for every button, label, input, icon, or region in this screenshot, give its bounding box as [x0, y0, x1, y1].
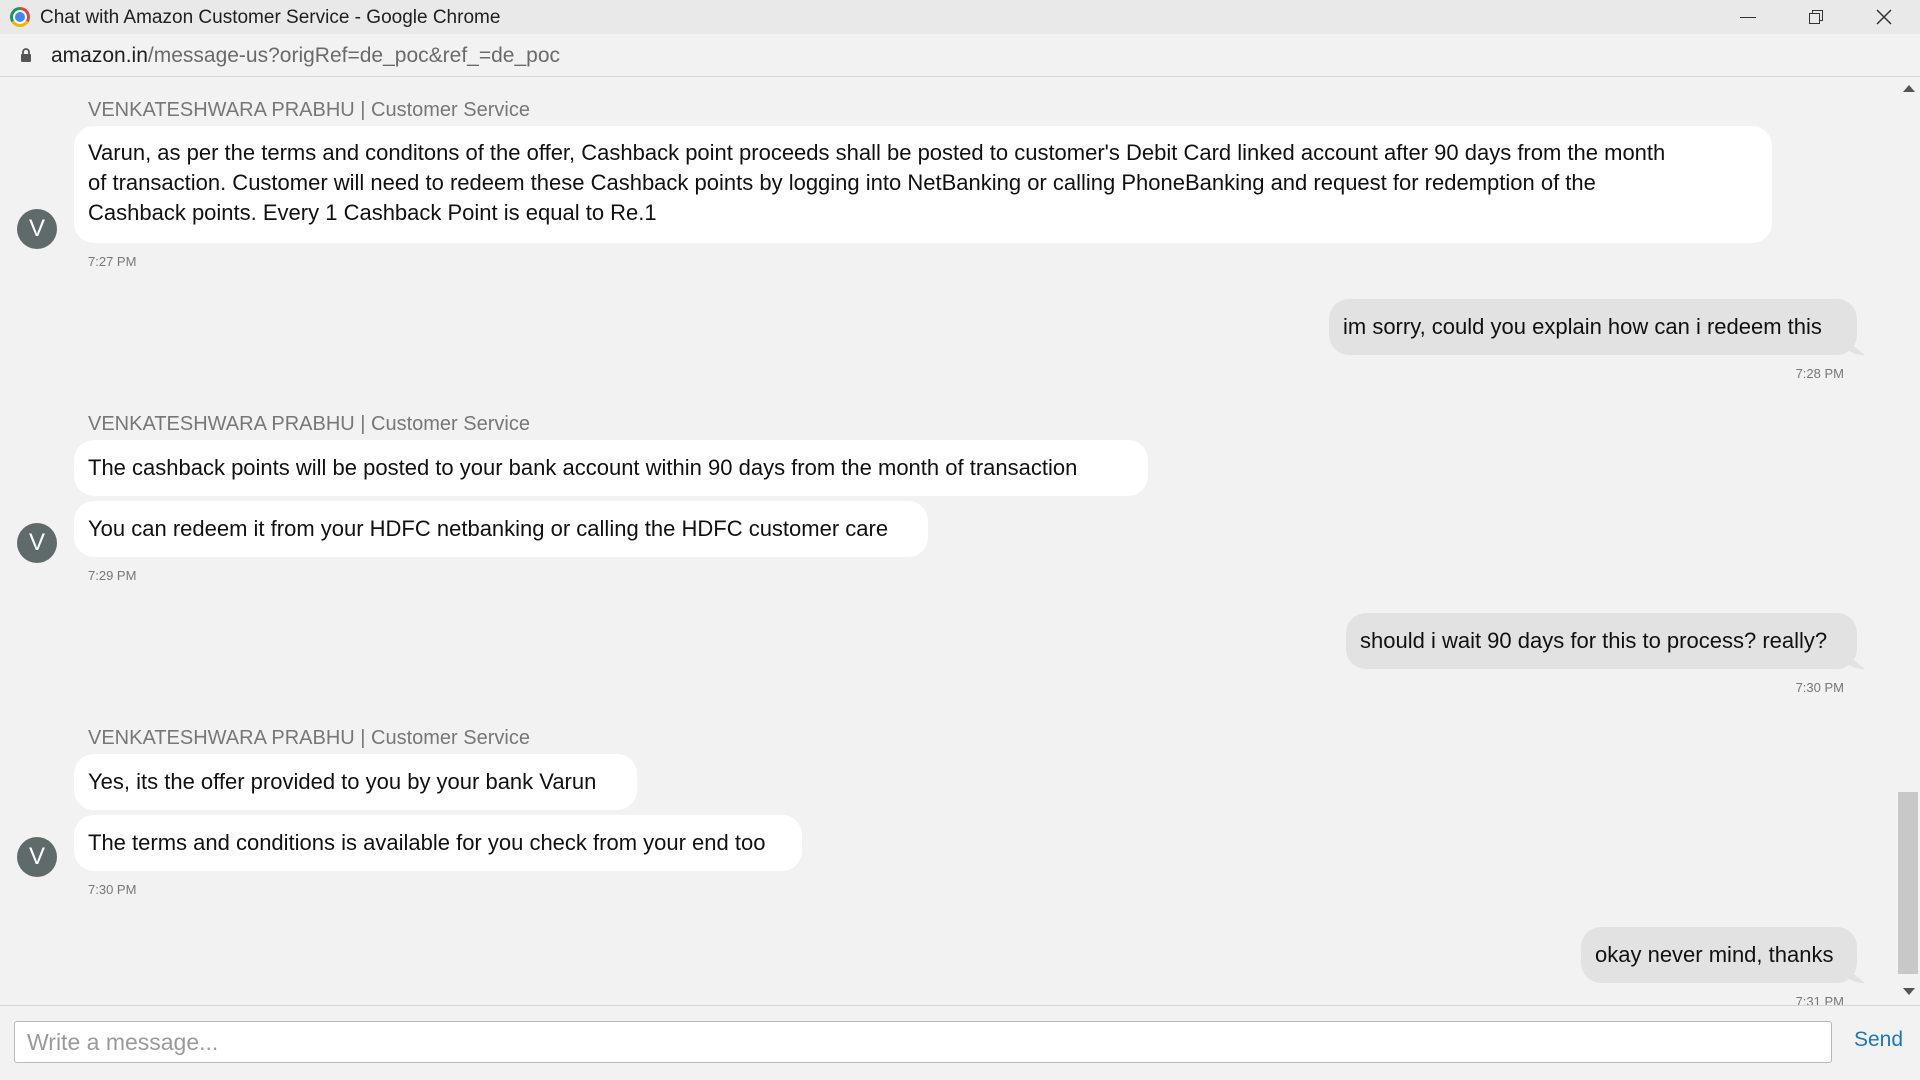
maximize-button[interactable] — [1782, 0, 1850, 34]
agent-message-bubble: Varun, as per the terms and conditons of… — [74, 126, 1772, 243]
message-timestamp: 7:29 PM — [88, 568, 137, 583]
agent-avatar: V — [17, 837, 57, 877]
message-line: Varun, as per the terms and conditons of… — [88, 140, 1666, 165]
url-path: /message-us?origRef=de_poc&ref_=de_poc — [147, 44, 560, 67]
message-timestamp: 7:27 PM — [88, 254, 137, 269]
chrome-logo-icon — [10, 7, 30, 27]
agent-message-bubble: Yes, its the offer provided to you by yo… — [74, 754, 637, 810]
lock-icon — [21, 48, 31, 62]
minimize-icon — [1740, 16, 1756, 18]
maximize-icon — [1809, 10, 1823, 24]
message-timestamp: 7:30 PM — [1795, 680, 1844, 695]
minimize-button[interactable] — [1714, 0, 1782, 34]
agent-avatar: V — [17, 523, 57, 563]
window-title: Chat with Amazon Customer Service - Goog… — [40, 7, 501, 28]
message-line: Cashback points. Every 1 Cashback Point … — [88, 200, 657, 225]
close-icon — [1876, 9, 1892, 25]
agent-avatar: V — [17, 209, 57, 249]
title-bar: Chat with Amazon Customer Service - Goog… — [0, 0, 1920, 34]
user-message-bubble: okay never mind, thanks — [1581, 927, 1857, 983]
user-message-bubble: im sorry, could you explain how can i re… — [1329, 299, 1857, 355]
message-line: of transaction. Customer will need to re… — [88, 170, 1596, 195]
agent-name-label: VENKATESHWARA PRABHU | Customer Service — [88, 727, 530, 749]
agent-name-label: VENKATESHWARA PRABHU | Customer Service — [88, 413, 530, 435]
close-button[interactable] — [1850, 0, 1918, 34]
scroll-up-arrow-icon[interactable] — [1903, 85, 1915, 92]
message-timestamp: 7:31 PM — [1795, 994, 1844, 1005]
user-message-bubble: should i wait 90 days for this to proces… — [1346, 613, 1857, 669]
scroll-down-arrow-icon[interactable] — [1903, 988, 1915, 995]
url-text[interactable]: amazon.in/message-us?origRef=de_poc&ref_… — [51, 44, 560, 68]
chat-transcript[interactable]: VENKATESHWARA PRABHU | Customer Service … — [0, 77, 1920, 1005]
url-domain: amazon.in — [51, 44, 148, 67]
message-input[interactable] — [14, 1021, 1832, 1063]
agent-name-label: VENKATESHWARA PRABHU | Customer Service — [88, 99, 530, 121]
scrollbar-thumb[interactable] — [1898, 792, 1918, 974]
agent-message-bubble: You can redeem it from your HDFC netbank… — [74, 501, 928, 557]
message-timestamp: 7:30 PM — [88, 882, 137, 897]
message-timestamp: 7:28 PM — [1795, 366, 1844, 381]
agent-message-bubble: The terms and conditions is available fo… — [74, 815, 802, 871]
agent-message-bubble: The cashback points will be posted to yo… — [74, 440, 1148, 496]
browser-window: Chat with Amazon Customer Service - Goog… — [0, 0, 1920, 1080]
send-button[interactable]: Send — [1854, 1028, 1903, 1052]
